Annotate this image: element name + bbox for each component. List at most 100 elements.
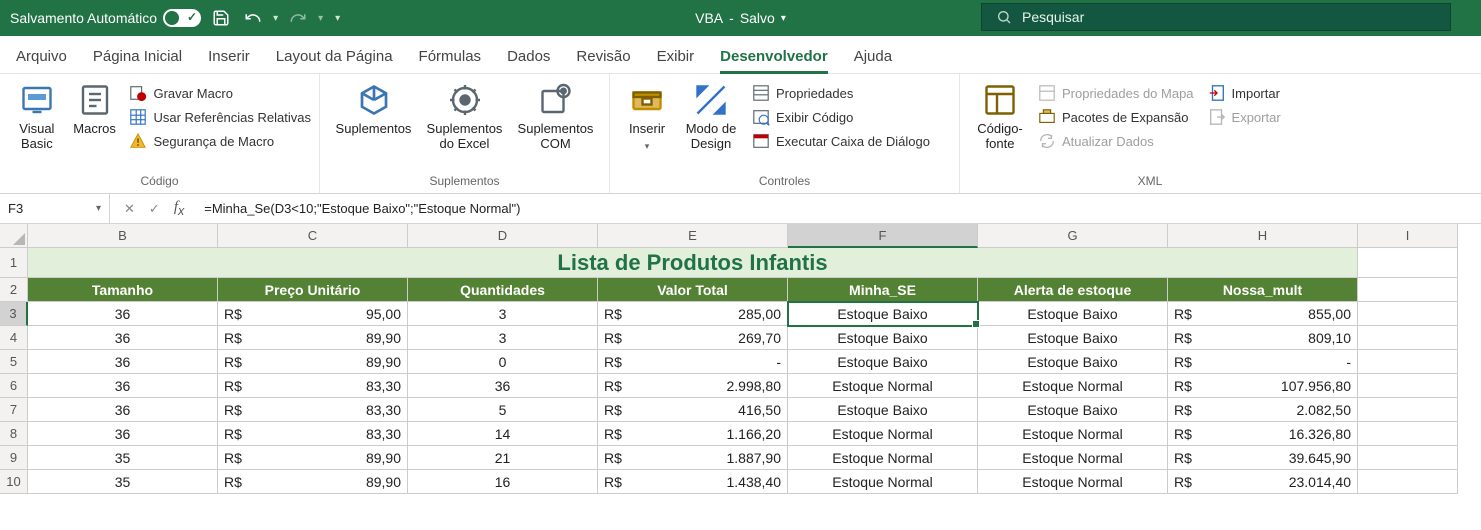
- cell-b8[interactable]: 36: [28, 422, 218, 446]
- cell-h9[interactable]: R$39.645,90: [1168, 446, 1358, 470]
- cell-e7[interactable]: R$416,50: [598, 398, 788, 422]
- relative-refs-button[interactable]: Usar Referências Relativas: [129, 108, 311, 126]
- addins-button[interactable]: Suplementos: [328, 78, 419, 137]
- cell-f10[interactable]: Estoque Normal: [788, 470, 978, 494]
- header-minha-se[interactable]: Minha_SE: [788, 278, 978, 302]
- tab-desenvolvedor[interactable]: Desenvolvedor: [720, 48, 828, 73]
- toggle-switch[interactable]: ✓: [163, 9, 201, 27]
- undo-dropdown-icon[interactable]: ▾: [273, 13, 278, 24]
- redo-icon[interactable]: [286, 6, 310, 30]
- tab-layout[interactable]: Layout da Página: [276, 48, 393, 73]
- header-pre-o-unit-rio[interactable]: Preço Unitário: [218, 278, 408, 302]
- header-nossa-mult[interactable]: Nossa_mult: [1168, 278, 1358, 302]
- sheet-title[interactable]: Lista de Produtos Infantis: [28, 248, 1358, 278]
- excel-addins-button[interactable]: Suplementos do Excel: [419, 78, 510, 152]
- title-dropdown-icon[interactable]: ▾: [781, 13, 786, 24]
- row-header-9[interactable]: 9: [0, 446, 28, 470]
- cell-b6[interactable]: 36: [28, 374, 218, 398]
- row-header-1[interactable]: 1: [0, 248, 28, 278]
- cell-c3[interactable]: R$95,00: [218, 302, 408, 326]
- expansion-button[interactable]: Pacotes de Expansão: [1038, 108, 1194, 126]
- col-header-d[interactable]: D: [408, 224, 598, 248]
- properties-button[interactable]: Propriedades: [752, 84, 930, 102]
- accept-formula-icon[interactable]: ✓: [149, 201, 160, 217]
- design-mode-button[interactable]: Modo de Design: [676, 78, 746, 152]
- row-header-3[interactable]: 3: [0, 302, 28, 326]
- tab-ajuda[interactable]: Ajuda: [854, 48, 892, 73]
- tab-revisao[interactable]: Revisão: [576, 48, 630, 73]
- cell-h3[interactable]: R$855,00: [1168, 302, 1358, 326]
- macros-button[interactable]: Macros: [66, 78, 124, 137]
- cell-h5[interactable]: R$-: [1168, 350, 1358, 374]
- cell-i8[interactable]: [1358, 422, 1458, 446]
- row-header-8[interactable]: 8: [0, 422, 28, 446]
- cell-b3[interactable]: 36: [28, 302, 218, 326]
- row-header-4[interactable]: 4: [0, 326, 28, 350]
- cell-d3[interactable]: 3: [408, 302, 598, 326]
- cell-h7[interactable]: R$2.082,50: [1168, 398, 1358, 422]
- select-all-corner[interactable]: [0, 224, 28, 248]
- insert-control-button[interactable]: Inserir ▾: [618, 78, 676, 151]
- cell-c7[interactable]: R$83,30: [218, 398, 408, 422]
- cell-i5[interactable]: [1358, 350, 1458, 374]
- row-header-2[interactable]: 2: [0, 278, 28, 302]
- cell-b7[interactable]: 36: [28, 398, 218, 422]
- cell-f9[interactable]: Estoque Normal: [788, 446, 978, 470]
- cell-b5[interactable]: 36: [28, 350, 218, 374]
- col-header-b[interactable]: B: [28, 224, 218, 248]
- header-valor-total[interactable]: Valor Total: [598, 278, 788, 302]
- formula-input[interactable]: =Minha_Se(D3<10;"Estoque Baixo";"Estoque…: [194, 201, 1481, 216]
- cell-d6[interactable]: 36: [408, 374, 598, 398]
- autosave-toggle[interactable]: Salvamento Automático ✓: [10, 9, 201, 27]
- cell-d4[interactable]: 3: [408, 326, 598, 350]
- cell-g10[interactable]: Estoque Normal: [978, 470, 1168, 494]
- cell-g9[interactable]: Estoque Normal: [978, 446, 1168, 470]
- cell-c4[interactable]: R$89,90: [218, 326, 408, 350]
- cell-h10[interactable]: R$23.014,40: [1168, 470, 1358, 494]
- name-box-dropdown-icon[interactable]: ▾: [96, 203, 101, 214]
- cell-h4[interactable]: R$809,10: [1168, 326, 1358, 350]
- cell-g6[interactable]: Estoque Normal: [978, 374, 1168, 398]
- cell-d5[interactable]: 0: [408, 350, 598, 374]
- cell-b4[interactable]: 36: [28, 326, 218, 350]
- col-header-f[interactable]: F: [788, 224, 978, 248]
- redo-dropdown-icon[interactable]: ▾: [318, 13, 323, 24]
- run-dialog-button[interactable]: Executar Caixa de Diálogo: [752, 132, 930, 150]
- col-header-h[interactable]: H: [1168, 224, 1358, 248]
- cell-i6[interactable]: [1358, 374, 1458, 398]
- header-quantidades[interactable]: Quantidades: [408, 278, 598, 302]
- tab-arquivo[interactable]: Arquivo: [16, 48, 67, 73]
- cell-e5[interactable]: R$-: [598, 350, 788, 374]
- tab-pagina-inicial[interactable]: Página Inicial: [93, 48, 182, 73]
- macro-security-button[interactable]: Segurança de Macro: [129, 132, 311, 150]
- name-box[interactable]: F3 ▾: [0, 194, 110, 223]
- cell-d9[interactable]: 21: [408, 446, 598, 470]
- cell-d7[interactable]: 5: [408, 398, 598, 422]
- com-addins-button[interactable]: Suplementos COM: [510, 78, 601, 152]
- tab-inserir[interactable]: Inserir: [208, 48, 250, 73]
- view-code-button[interactable]: Exibir Código: [752, 108, 930, 126]
- cell-c10[interactable]: R$89,90: [218, 470, 408, 494]
- header-alerta-de-estoque[interactable]: Alerta de estoque: [978, 278, 1168, 302]
- record-macro-button[interactable]: Gravar Macro: [129, 84, 311, 102]
- cell-f3[interactable]: Estoque Baixo: [788, 302, 978, 326]
- cell-g8[interactable]: Estoque Normal: [978, 422, 1168, 446]
- cell-i7[interactable]: [1358, 398, 1458, 422]
- row-header-7[interactable]: 7: [0, 398, 28, 422]
- row-header-5[interactable]: 5: [0, 350, 28, 374]
- cell-g5[interactable]: Estoque Baixo: [978, 350, 1168, 374]
- cancel-formula-icon[interactable]: ✕: [124, 201, 135, 217]
- cell-d10[interactable]: 16: [408, 470, 598, 494]
- cell-g4[interactable]: Estoque Baixo: [978, 326, 1168, 350]
- cell-h6[interactable]: R$107.956,80: [1168, 374, 1358, 398]
- cell-i9[interactable]: [1358, 446, 1458, 470]
- cell-i3[interactable]: [1358, 302, 1458, 326]
- search-box[interactable]: Pesquisar: [981, 3, 1451, 31]
- cell-f7[interactable]: Estoque Baixo: [788, 398, 978, 422]
- row-header-6[interactable]: 6: [0, 374, 28, 398]
- cell-i10[interactable]: [1358, 470, 1458, 494]
- tab-formulas[interactable]: Fórmulas: [419, 48, 482, 73]
- col-header-g[interactable]: G: [978, 224, 1168, 248]
- cell-f5[interactable]: Estoque Baixo: [788, 350, 978, 374]
- qat-customize-icon[interactable]: ▾: [335, 13, 340, 24]
